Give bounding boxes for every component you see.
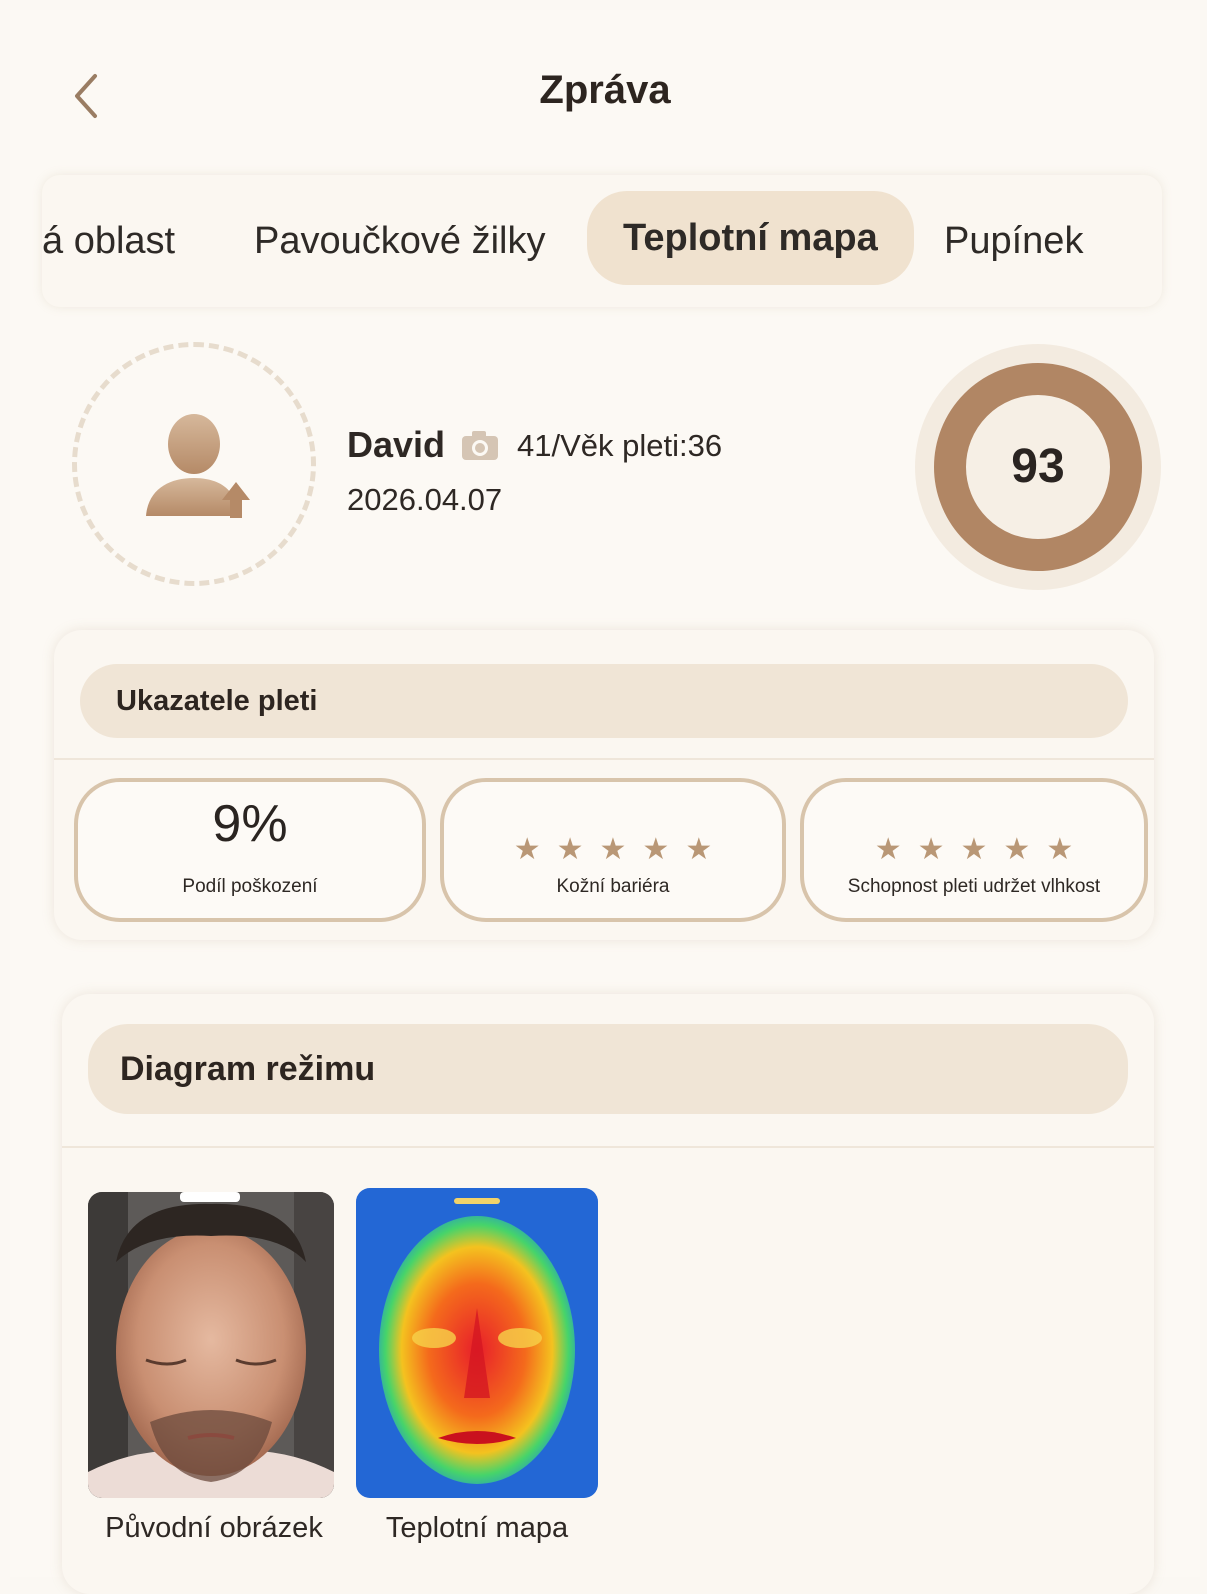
skin-barrier-stars: ★★★★★ xyxy=(513,833,729,866)
heat-map-image[interactable] xyxy=(356,1188,598,1498)
diagram-card: Diagram režimu Původní obrázek Teplotní … xyxy=(62,994,1154,1594)
skin-indicators-card: Ukazatele pleti 9% Podíl poškození ★★★★★… xyxy=(54,630,1154,940)
report-date: 2026.04.07 xyxy=(347,482,503,517)
damage-ratio-value: 9% xyxy=(212,795,288,853)
age-info: 41/Věk pleti:36 xyxy=(517,428,723,463)
category-tabs[interactable]: á oblast Pavoučkové žilky Teplotní mapa … xyxy=(42,175,1162,307)
score-value: 93 xyxy=(1011,440,1065,493)
moisture-retention-stars: ★★★★★ xyxy=(874,833,1090,866)
damage-ratio-label: Podíl poškození xyxy=(182,876,318,897)
report-page: Zpráva á oblast Pavoučkové žilky Teplotn… xyxy=(10,10,1200,1594)
camera-icon[interactable] xyxy=(460,428,500,462)
metric-skin-barrier: ★★★★★ Kožní bariéra xyxy=(440,778,786,922)
original-image-label: Původní obrázek xyxy=(105,1512,323,1544)
metric-damage-ratio: 9% Podíl poškození xyxy=(74,778,426,922)
heat-map-image-label: Teplotní mapa xyxy=(385,1512,569,1544)
tab-spider-veins[interactable]: Pavoučkové žilky xyxy=(254,211,545,271)
original-image[interactable] xyxy=(88,1192,334,1498)
skin-barrier-label: Kožní bariéra xyxy=(556,876,670,897)
divider xyxy=(54,758,1154,760)
tab-heat-map[interactable]: Teplotní mapa xyxy=(587,191,914,285)
tab-pimple[interactable]: Pupínek xyxy=(944,211,1083,271)
moisture-retention-label: Schopnost pleti udržet vlhkost xyxy=(847,876,1101,897)
divider xyxy=(62,1146,1154,1148)
diagram-title: Diagram režimu xyxy=(88,1024,1128,1114)
avatar-upload-button[interactable] xyxy=(138,408,258,528)
skin-indicators-title: Ukazatele pleti xyxy=(80,664,1128,738)
user-name: David xyxy=(347,424,446,465)
user-upload-icon xyxy=(146,414,250,518)
page-title: Zpráva xyxy=(539,68,671,112)
tab-area[interactable]: á oblast xyxy=(42,211,175,271)
metric-moisture-retention: ★★★★★ Schopnost pleti udržet vlhkost xyxy=(800,778,1148,922)
